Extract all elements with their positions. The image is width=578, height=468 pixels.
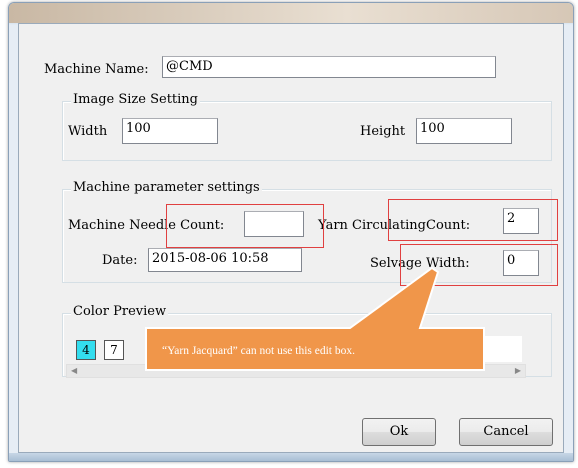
preview-scrollbar[interactable]: ◀ ▶ [66, 364, 526, 378]
machine-name-input[interactable]: @CMD [162, 56, 496, 78]
dialog-titlebar[interactable] [9, 3, 573, 23]
width-label: Width [68, 124, 108, 139]
yarn-count-highlight [388, 199, 558, 241]
machine-params-group-title: Machine parameter settings [71, 180, 262, 195]
cancel-button[interactable]: Cancel [459, 418, 553, 446]
height-input[interactable]: 100 [416, 118, 512, 144]
date-input[interactable]: 2015-08-06 10:58 [148, 248, 302, 272]
date-label: Date: [102, 253, 138, 268]
scroll-left-arrow-icon[interactable]: ◀ [71, 366, 77, 375]
machine-name-label: Machine Name: [44, 62, 149, 77]
width-input[interactable]: 100 [122, 118, 218, 144]
image-size-group-title: Image Size Setting [71, 92, 200, 107]
selvage-highlight [400, 244, 558, 286]
color-swatch[interactable]: 7 [104, 340, 124, 360]
needle-count-highlight [166, 204, 324, 248]
preview-canvas-edge [484, 336, 522, 362]
color-preview-group-title: Color Preview [71, 304, 169, 319]
height-label: Height [360, 124, 406, 139]
color-swatch[interactable]: 4 [76, 340, 96, 360]
dialog-bottom-frame [9, 453, 573, 461]
scroll-right-arrow-icon[interactable]: ▶ [515, 366, 521, 375]
callout-text: “Yarn Jacquard” can not use this edit bo… [162, 345, 356, 357]
ok-button[interactable]: Ok [362, 418, 436, 446]
